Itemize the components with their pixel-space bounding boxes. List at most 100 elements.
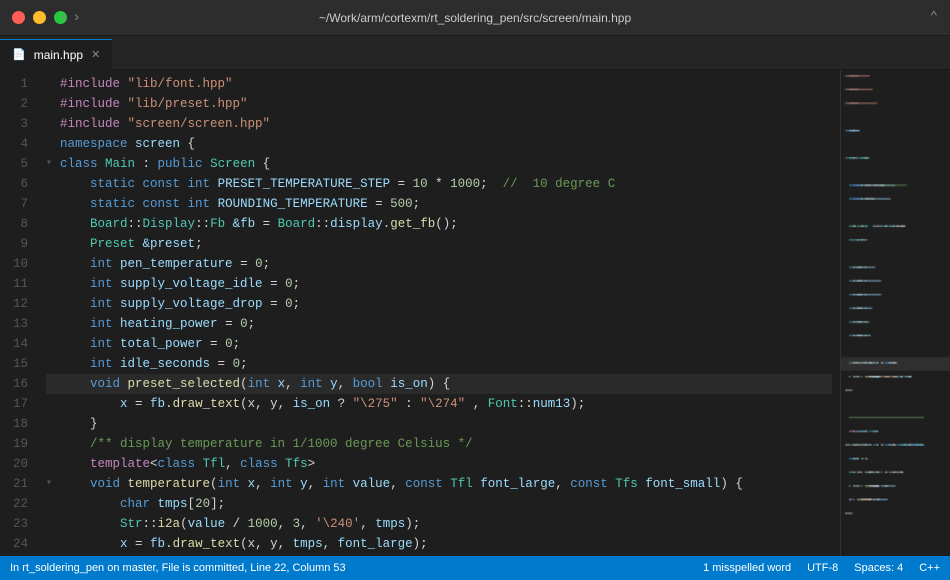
code-content[interactable]: #include "lib/font.hpp"#include "lib/pre…	[38, 70, 840, 556]
spaces[interactable]: Spaces: 4	[854, 562, 903, 574]
token: Main	[105, 154, 135, 174]
token: ;	[413, 194, 421, 214]
token: display	[330, 214, 383, 234]
minimize-button[interactable]	[33, 11, 46, 24]
statusbar-right: 1 misspelled word UTF-8 Spaces: 4 C++	[703, 562, 940, 574]
token: Preset	[90, 234, 135, 254]
token: class	[158, 454, 203, 474]
nav-arrows[interactable]: ‹ ›	[60, 10, 81, 26]
fold-arrow-icon[interactable]: ▾	[46, 154, 60, 174]
token: 0	[255, 254, 263, 274]
line-number: 4	[0, 134, 28, 154]
token: x	[120, 534, 128, 554]
code-line: /** display temperature in 1/1000 degree…	[46, 434, 832, 454]
token: is_on	[293, 394, 331, 414]
spell-check[interactable]: 1 misspelled word	[703, 562, 791, 574]
token: /** display temperature in 1/1000 degree…	[90, 434, 473, 454]
line-number: 20	[0, 454, 28, 474]
token	[60, 434, 90, 454]
minimap	[840, 70, 950, 556]
token: *	[428, 174, 451, 194]
token: screen	[135, 134, 188, 154]
token: ;	[248, 314, 256, 334]
token: Tfs	[615, 474, 645, 494]
code-line: template<class Tfl, class Tfs>	[46, 454, 832, 474]
token: font_large	[338, 534, 413, 554]
tab-label: main.hpp	[34, 48, 83, 62]
token: =	[368, 194, 391, 214]
token: ,	[315, 554, 330, 556]
token: Display	[143, 214, 196, 234]
token: int	[90, 314, 120, 334]
token: heating_power	[120, 314, 218, 334]
token: [	[188, 494, 196, 514]
token: '\240'	[315, 514, 360, 534]
line-number: 14	[0, 334, 28, 354]
code-line: x = fb.draw_text(x, y, is_on ? "\275" : …	[46, 394, 832, 414]
encoding[interactable]: UTF-8	[807, 562, 838, 574]
language[interactable]: C++	[919, 562, 940, 574]
line-number: 10	[0, 254, 28, 274]
code-line: #include "screen/screen.hpp"	[46, 114, 832, 134]
token: i2a	[158, 514, 181, 534]
statusbar: In rt_soldering_pen on master, File is c…	[0, 556, 950, 580]
token: .	[383, 214, 391, 234]
token: tmps	[293, 534, 323, 554]
editor[interactable]: 1234567891011121314151617181920212223242…	[0, 70, 840, 556]
token: ;	[195, 234, 203, 254]
line-number: 9	[0, 234, 28, 254]
forward-icon[interactable]: ›	[72, 10, 80, 26]
close-button[interactable]	[12, 11, 25, 24]
token: y	[330, 374, 338, 394]
tab-main-hpp[interactable]: 📄 main.hpp ✕	[0, 39, 112, 69]
token: supply_voltage_drop	[120, 294, 263, 314]
token: template	[90, 454, 150, 474]
token: ) {	[428, 374, 451, 394]
minimap-toggle[interactable]: ⌃	[930, 9, 938, 26]
token: is_on	[390, 374, 428, 394]
window-controls	[12, 11, 67, 24]
code-line: char tmps[20];	[46, 494, 832, 514]
token: ::	[143, 514, 158, 534]
back-icon[interactable]: ‹	[60, 10, 68, 26]
token: }	[60, 414, 98, 434]
line-number: 24	[0, 534, 28, 554]
token: tmps	[375, 514, 405, 534]
token: Tfs	[285, 454, 308, 474]
token: value	[353, 474, 391, 494]
token: draw_text	[173, 534, 241, 554]
token: "screen/screen.hpp"	[128, 114, 271, 134]
token: Str	[120, 514, 143, 534]
token: x	[248, 474, 256, 494]
token	[60, 454, 90, 474]
line-number: 7	[0, 194, 28, 214]
token: ,	[255, 474, 270, 494]
line-number: 16	[0, 374, 28, 394]
line-number: 2	[0, 94, 28, 114]
token: ;	[293, 274, 301, 294]
token: 1000	[450, 174, 480, 194]
code-line: }	[46, 414, 832, 434]
code-line: #include "lib/preset.hpp"	[46, 94, 832, 114]
code-line: namespace screen {	[46, 134, 832, 154]
token: Tfl	[203, 454, 226, 474]
fold-arrow-icon[interactable]: ▾	[46, 474, 60, 494]
token: =	[203, 334, 226, 354]
git-status[interactable]: In rt_soldering_pen on master, File is c…	[10, 562, 346, 574]
token	[60, 474, 90, 494]
token: int	[270, 474, 300, 494]
token: 1000	[248, 514, 278, 534]
code-line: x = fb.draw_text(x, y, tmps, font_large)…	[46, 534, 832, 554]
token: ();	[435, 214, 458, 234]
token: preset_selected	[128, 374, 241, 394]
token: int	[248, 374, 278, 394]
token: (	[210, 474, 218, 494]
token: 500	[390, 194, 413, 214]
token: ;	[293, 294, 301, 314]
token: (x, y,	[240, 534, 293, 554]
token: // 10 degree C	[503, 174, 616, 194]
token: :	[398, 394, 421, 414]
token: );	[570, 394, 585, 414]
line-number: 11	[0, 274, 28, 294]
tab-close-button[interactable]: ✕	[91, 48, 100, 61]
